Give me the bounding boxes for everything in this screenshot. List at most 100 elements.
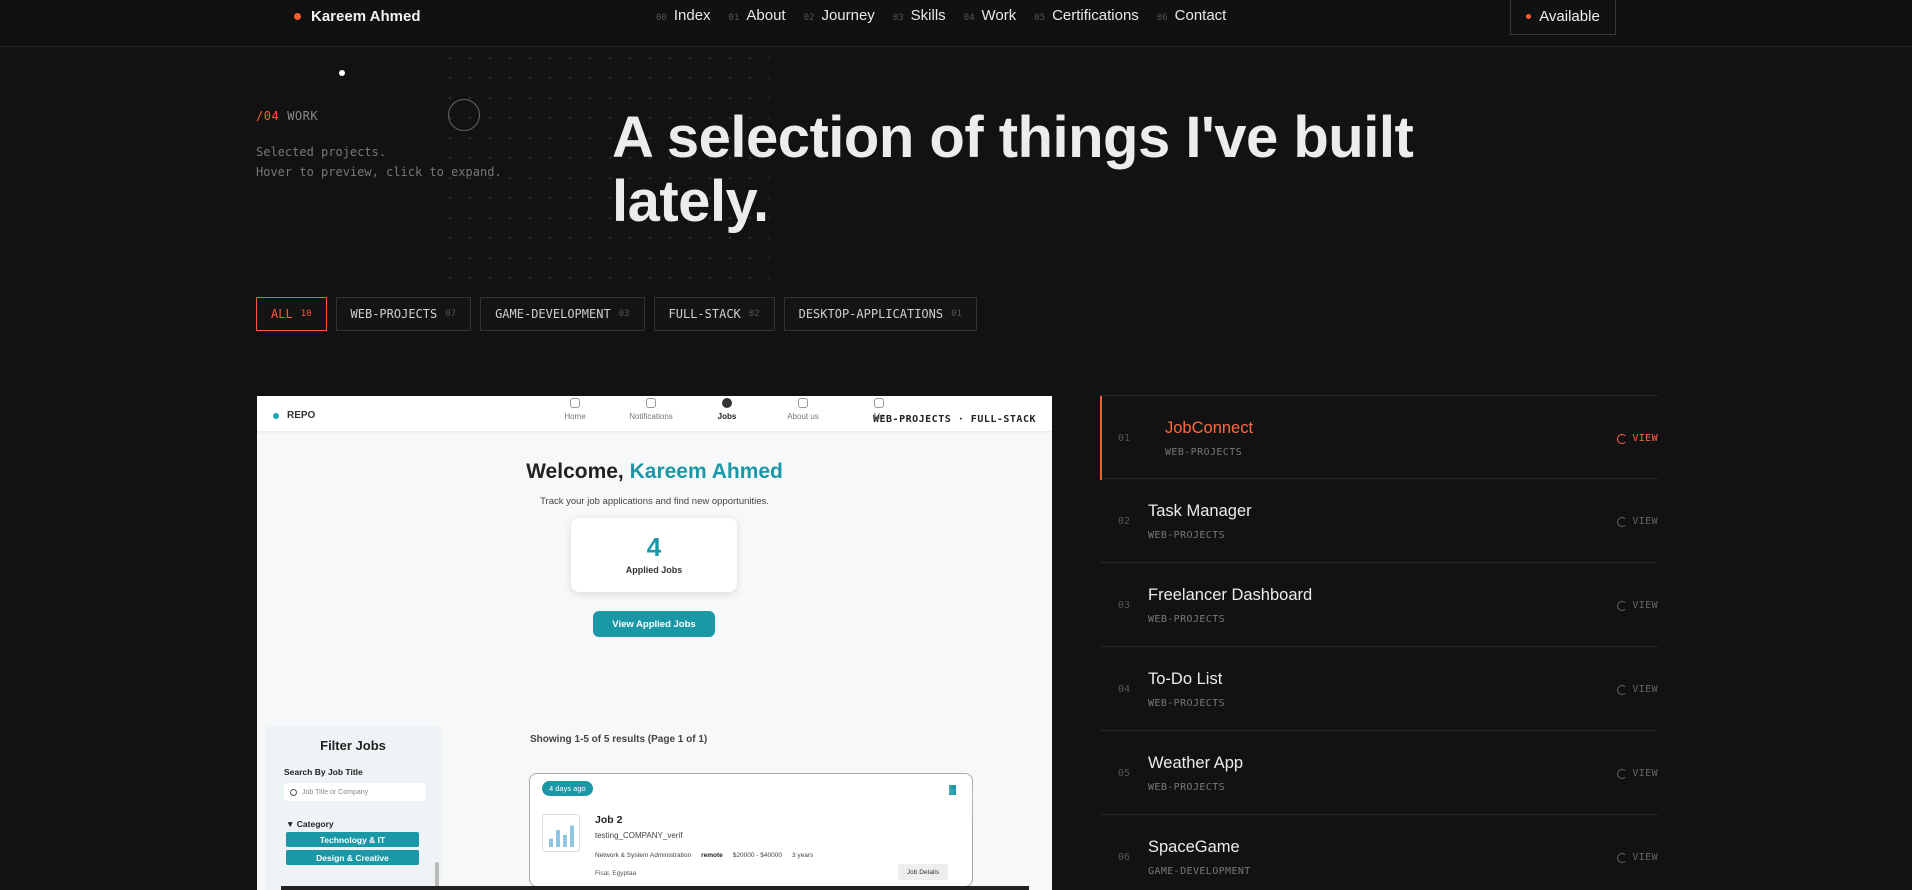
view-label: VIEW [1632, 768, 1658, 779]
preview-navbar: REPO Home Notifications Jobs About us Me… [257, 396, 1052, 431]
project-category: WEB-PROJECTS [1148, 614, 1226, 625]
nav-link-label: About [746, 7, 786, 24]
nav-link-certifications[interactable]: 05 Certifications [1034, 7, 1139, 24]
category-label: ▼ Category [286, 819, 334, 829]
preview-subtitle: Track your job applications and find new… [540, 496, 769, 507]
nav-link-label: Journey [821, 7, 875, 24]
category-pill: Technology & IT [286, 832, 419, 847]
job-salary: $20000 - $40000 [732, 852, 782, 859]
project-item-task-manager[interactable]: 02 Task Manager WEB-PROJECTS VIEW [1100, 479, 1658, 563]
preview-nav-links: Home Notifications Jobs About us Me [537, 396, 917, 421]
preview-tags: WEB-PROJECTS · FULL-STACK [872, 414, 1036, 425]
nav-links: 00 Index 01 About 02 Journey 03 Skills 04 Wor… [656, 7, 1226, 24]
cursor-ring-icon [448, 99, 480, 131]
avatar-icon [874, 398, 884, 408]
section-desc-line: Hover to preview, click to expand. [256, 165, 502, 179]
job-location: Fisal, Egyptaa [595, 870, 637, 877]
nav-link-number: 02 [803, 13, 815, 23]
project-number: 02 [1118, 516, 1131, 527]
filter-count: 02 [748, 309, 760, 319]
filter-game-development[interactable]: GAME-DEVELOPMENT 03 [480, 297, 645, 331]
section-headline: A selection of things I've built lately. [612, 105, 1414, 234]
nav-link-label: Contact [1174, 7, 1227, 24]
project-number: 04 [1118, 684, 1131, 695]
available-badge[interactable]: Available [1510, 0, 1616, 35]
nav-link-label: Certifications [1052, 7, 1139, 24]
nav-link-journey[interactable]: 02 Journey [804, 7, 875, 24]
job-details-button: Job Details [898, 864, 948, 880]
project-title: Freelancer Dashboard [1148, 586, 1313, 604]
section-label: /04 WORK [256, 109, 318, 123]
section-number: /04 [256, 109, 280, 123]
search-placeholder: Job Title or Company [302, 788, 369, 796]
project-category: GAME-DEVELOPMENT [1148, 866, 1251, 877]
preview-link-label: Home [564, 412, 586, 421]
preview-link-label: Jobs [717, 412, 737, 421]
github-icon [1617, 768, 1628, 779]
results-summary: Showing 1-5 of 5 results (Page 1 of 1) [530, 734, 708, 745]
brand-dot-icon [294, 13, 301, 20]
filter-count: 03 [618, 309, 630, 319]
job-company: testing_COMPANY_verif [595, 831, 683, 840]
project-item-todo-list[interactable]: 04 To-Do List WEB-PROJECTS VIEW [1100, 647, 1658, 731]
github-icon [1617, 852, 1628, 863]
filter-count: 07 [445, 309, 457, 319]
search-icon [290, 788, 297, 796]
project-view-link[interactable]: VIEW [1617, 516, 1658, 527]
project-title: Task Manager [1148, 502, 1252, 520]
brand-name: Kareem Ahmed [311, 8, 421, 25]
project-title: JobConnect [1165, 419, 1254, 437]
applied-count: 4 [646, 532, 662, 562]
filter-desktop-applications[interactable]: DESKTOP-APPLICATIONS 01 [783, 297, 977, 331]
cursor-dot-icon [339, 70, 345, 76]
view-label: VIEW [1632, 684, 1658, 695]
project-item-weather-app[interactable]: 05 Weather App WEB-PROJECTS VIEW [1100, 731, 1658, 815]
nav-link-skills[interactable]: 03 Skills [893, 7, 946, 24]
preview-logo: REPO [273, 410, 315, 421]
project-list: 01 JobConnect WEB-PROJECTS VIEW 02 Task … [1100, 395, 1658, 890]
brand[interactable]: Kareem Ahmed [294, 8, 420, 25]
filter-web-projects[interactable]: WEB-PROJECTS 07 [335, 297, 472, 331]
category-filters: ALL 10 WEB-PROJECTS 07 GAME-DEVELOPMENT 03 … [256, 297, 977, 331]
preview-bottom-bar [281, 886, 1029, 890]
nav-link-label: Skills [910, 7, 946, 24]
project-view-link[interactable]: VIEW [1617, 600, 1658, 611]
filter-label: GAME-DEVELOPMENT [495, 307, 611, 321]
view-label: VIEW [1632, 516, 1658, 527]
welcome-prefix: Welcome, [526, 460, 630, 483]
project-title: SpaceGame [1148, 838, 1240, 856]
view-applied-jobs-button: View Applied Jobs [593, 611, 715, 637]
github-icon [1617, 684, 1628, 695]
project-view-link[interactable]: VIEW [1617, 768, 1658, 779]
project-category: WEB-PROJECTS [1165, 447, 1243, 458]
filter-all[interactable]: ALL 10 [256, 297, 327, 331]
github-icon [1617, 516, 1628, 527]
preview-link-jobs: Jobs [689, 396, 765, 421]
top-navbar: Kareem Ahmed 00 Index 01 About 02 Journey 0… [0, 0, 1912, 47]
job-field: Network & System Administration [595, 852, 692, 859]
filter-full-stack[interactable]: FULL-STACK 02 [653, 297, 775, 331]
project-number: 03 [1118, 600, 1131, 611]
project-view-link[interactable]: VIEW [1617, 852, 1658, 863]
welcome-name: Kareem Ahmed [629, 460, 783, 483]
view-label: VIEW [1632, 433, 1658, 444]
logo-dot-icon [273, 412, 279, 419]
nav-link-contact[interactable]: 06 Contact [1157, 7, 1227, 24]
filter-label: ALL [271, 307, 293, 321]
nav-link-work[interactable]: 04 Work [964, 7, 1017, 24]
job-thumbnail [542, 814, 580, 852]
section-title: WORK [287, 109, 319, 123]
applied-jobs-card: 4 Applied Jobs [571, 518, 737, 592]
project-view-link[interactable]: VIEW [1617, 684, 1658, 695]
preview-welcome: Welcome, Kareem Ahmed [257, 460, 1052, 484]
project-view-link[interactable]: VIEW [1617, 433, 1658, 444]
project-item-freelancer-dashboard[interactable]: 03 Freelancer Dashboard WEB-PROJECTS VIE… [1100, 563, 1658, 647]
project-item-jobconnect[interactable]: 01 JobConnect WEB-PROJECTS VIEW [1100, 395, 1658, 480]
preview-logo-text: REPO [287, 410, 316, 421]
info-icon [798, 398, 808, 408]
nav-link-index[interactable]: 00 Index [656, 7, 711, 24]
project-title: To-Do List [1148, 670, 1223, 688]
job-title: Job 2 [595, 814, 623, 826]
project-item-spacegame[interactable]: 06 SpaceGame GAME-DEVELOPMENT VIEW [1100, 815, 1658, 890]
nav-link-about[interactable]: 01 About [729, 7, 786, 24]
